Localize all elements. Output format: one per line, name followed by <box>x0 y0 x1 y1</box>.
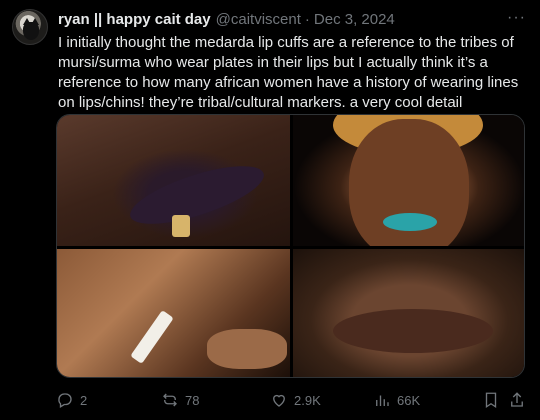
share-button[interactable] <box>508 388 526 412</box>
bookmark-button[interactable] <box>482 388 500 412</box>
post-header: ryan || happy cait day @caitviscent · De… <box>58 11 500 31</box>
bookmark-icon <box>485 392 497 409</box>
avatar[interactable] <box>12 9 48 45</box>
view-count: 66K <box>397 392 421 408</box>
image-detail <box>383 213 437 231</box>
separator: · <box>304 11 310 28</box>
cat-silhouette <box>23 18 39 40</box>
media-grid <box>56 114 525 378</box>
reply-count: 2 <box>80 392 88 408</box>
post-text: I initially thought the medarda lip cuff… <box>58 34 519 111</box>
repost-icon <box>163 393 177 407</box>
media-image-3[interactable] <box>57 249 290 377</box>
share-icon <box>511 392 523 407</box>
views-icon <box>376 395 389 406</box>
post-date[interactable]: Dec 3, 2024 <box>314 11 395 28</box>
like-button[interactable]: 2.9K <box>270 388 321 412</box>
image-detail <box>207 329 287 369</box>
media-image-2[interactable] <box>293 115 524 246</box>
image-detail <box>172 215 190 237</box>
display-name[interactable]: ryan || happy cait day <box>58 11 211 28</box>
repost-button[interactable]: 78 <box>161 388 199 412</box>
image-detail <box>333 309 493 353</box>
repost-count: 78 <box>185 392 200 408</box>
image-detail <box>130 310 174 364</box>
media-image-1[interactable] <box>57 115 290 246</box>
views-button[interactable]: 66K <box>373 388 420 412</box>
image-detail <box>124 154 270 236</box>
media-image-4[interactable] <box>293 249 524 377</box>
action-bar: 2 78 2.9K 66K <box>56 388 526 412</box>
reply-button[interactable]: 2 <box>56 388 87 412</box>
heart-icon <box>273 394 285 407</box>
like-count: 2.9K <box>294 392 321 408</box>
more-options-icon[interactable]: ··· <box>507 9 526 27</box>
reply-icon <box>58 393 72 408</box>
user-handle[interactable]: @caitviscent <box>216 11 301 28</box>
